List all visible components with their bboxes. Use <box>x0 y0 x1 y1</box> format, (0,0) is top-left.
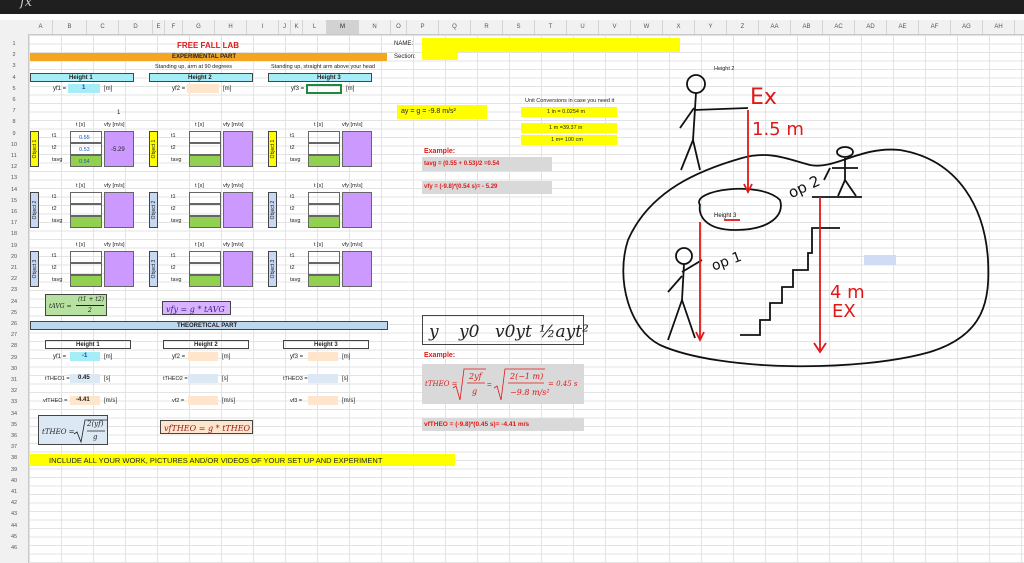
drawing-height3-label: Height 3 <box>714 213 737 219</box>
ann-ex1: Ex <box>750 85 777 110</box>
ann-4m: 4 m <box>830 282 865 303</box>
ann-op1: op 1 <box>709 249 743 275</box>
stick-head-top <box>686 74 706 94</box>
ann-15m: 1.5 m <box>752 119 804 140</box>
hand-drawing: Ex 1.5 m 4 m EX op 2 op 1 Height 3 <box>622 74 990 368</box>
ann-ex2: EX <box>832 301 856 322</box>
